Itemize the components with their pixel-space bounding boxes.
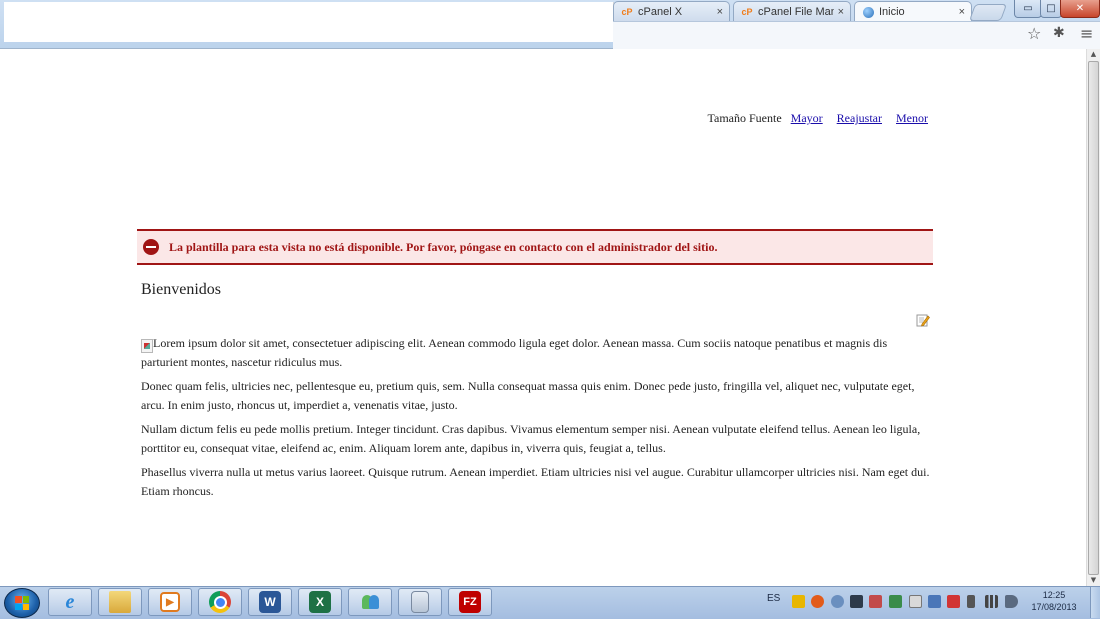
taskbar-word[interactable]: W — [248, 588, 292, 616]
minimize-button[interactable]: ▭ — [1014, 0, 1042, 18]
signal-icon[interactable] — [985, 595, 998, 608]
filezilla-icon: FZ — [459, 591, 481, 613]
internet-explorer-icon: e — [65, 590, 75, 613]
taskbar-filezilla[interactable]: FZ — [448, 588, 492, 616]
tray-app-icon[interactable] — [792, 595, 805, 608]
taskbar-calculator[interactable] — [398, 588, 442, 616]
cpanel-icon: cP — [741, 6, 753, 17]
redacted-area — [4, 2, 614, 42]
tray-device-icon[interactable] — [909, 595, 922, 608]
menu-icon[interactable]: ≡ — [1080, 24, 1093, 43]
close-window-button[interactable]: ✕ — [1060, 0, 1100, 18]
scroll-down-arrow-icon[interactable]: ▼ — [1087, 575, 1100, 586]
tab-cpanel-x[interactable]: cP cPanel X × — [613, 1, 730, 21]
error-alert: La plantilla para esta vista no está dis… — [137, 229, 933, 265]
windows-explorer-icon — [109, 591, 131, 613]
article-paragraph: Donec quam felis, ultricies nec, pellent… — [141, 379, 915, 412]
tab-title: cPanel X — [638, 5, 683, 18]
start-button[interactable] — [4, 588, 40, 618]
show-desktop-button[interactable] — [1090, 587, 1100, 618]
taskbar-internet-explorer[interactable]: e — [48, 588, 92, 616]
taskbar-chrome[interactable] — [198, 588, 242, 616]
word-icon: W — [259, 591, 281, 613]
article-paragraph: Nullam dictum felis eu pede mollis preti… — [141, 422, 921, 455]
article-paragraph: Lorem ipsum dolor sit amet, consectetuer… — [141, 336, 888, 369]
article-paragraph: Phasellus viverra nulla ut metus varius … — [141, 465, 930, 498]
tab-inicio[interactable]: Inicio × — [854, 1, 972, 22]
battery-icon[interactable] — [967, 595, 975, 608]
tray-update-icon[interactable] — [928, 595, 941, 608]
media-player-icon: ▶ — [160, 592, 180, 612]
tray-monitor-icon[interactable] — [850, 595, 863, 608]
calculator-icon — [411, 591, 429, 613]
tray-security-icon[interactable] — [869, 595, 882, 608]
edit-icon[interactable] — [916, 313, 930, 327]
windows-logo-icon — [15, 596, 29, 610]
no-entry-icon — [143, 239, 159, 255]
alert-message: La plantilla para esta vista no está dis… — [169, 239, 718, 254]
font-size-larger-link[interactable]: Mayor — [791, 111, 823, 125]
page-title: Bienvenidos — [141, 281, 221, 298]
star-icon[interactable]: ☆ — [1027, 24, 1041, 43]
taskbar-media-player[interactable]: ▶ — [148, 588, 192, 616]
font-size-controls: Tamaño Fuente Mayor Reajustar Menor — [708, 111, 928, 126]
maximize-button[interactable]: □ — [1040, 0, 1062, 18]
excel-icon: X — [309, 591, 331, 613]
chrome-icon — [209, 591, 231, 613]
font-size-smaller-link[interactable]: Menor — [896, 111, 928, 125]
article-body: Lorem ipsum dolor sit amet, consectetuer… — [141, 334, 930, 506]
font-size-label: Tamaño Fuente — [707, 111, 782, 125]
system-clock[interactable]: 12:25 17/08/2013 — [1028, 589, 1080, 613]
clock-time: 12:25 — [1042, 590, 1066, 600]
clock-date: 17/08/2013 — [1031, 602, 1077, 612]
scroll-up-arrow-icon[interactable]: ▲ — [1087, 49, 1100, 60]
taskbar-excel[interactable]: X — [298, 588, 342, 616]
messenger-icon — [359, 591, 381, 613]
tray-sync-icon[interactable] — [889, 595, 902, 608]
vertical-scrollbar[interactable]: ▲ ▼ — [1086, 49, 1100, 586]
broken-image-icon — [141, 339, 153, 353]
tab-title: Inicio — [879, 6, 905, 18]
warning-icon[interactable] — [811, 595, 824, 608]
close-icon[interactable]: × — [959, 6, 965, 18]
tray-flag-icon[interactable] — [947, 595, 960, 608]
language-indicator[interactable]: ES — [767, 593, 780, 604]
extension-icon[interactable]: ✱ — [1053, 25, 1065, 41]
tab-cpanel-file-manager[interactable]: cP cPanel File Manag × — [733, 1, 851, 21]
close-icon[interactable]: × — [838, 6, 844, 18]
new-tab-button[interactable] — [968, 4, 1008, 21]
page-viewport: Tamaño Fuente Mayor Reajustar Menor La p… — [0, 49, 1086, 586]
taskbar-windows-explorer[interactable] — [98, 588, 142, 616]
tray-network-app-icon[interactable] — [831, 595, 844, 608]
tab-title: cPanel File Manag — [758, 5, 834, 18]
volume-icon[interactable] — [1005, 595, 1018, 608]
globe-icon — [861, 5, 875, 19]
cpanel-icon: cP — [621, 6, 633, 17]
close-icon[interactable]: × — [717, 6, 723, 18]
scroll-thumb[interactable] — [1088, 61, 1099, 575]
taskbar-messenger[interactable] — [348, 588, 392, 616]
font-size-reset-link[interactable]: Reajustar — [837, 111, 882, 125]
